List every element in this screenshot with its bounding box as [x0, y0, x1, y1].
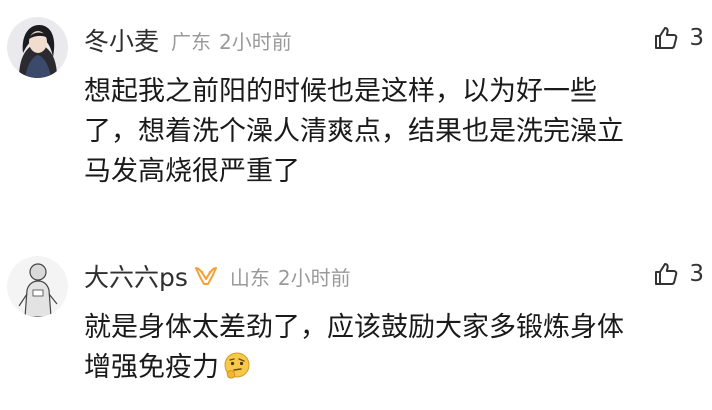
comment-item: 冬小麦 广东 2小时前 3 想起我之前阳的时候也是这样，以为好一些 了，想着洗个澡… — [0, 0, 712, 210]
location: 山东 — [229, 265, 270, 290]
avatar-sketch-figure-icon — [7, 256, 68, 317]
like-button[interactable]: 3 — [653, 256, 704, 292]
username[interactable]: 大六六ps — [84, 258, 188, 294]
thinking-face-emoji-icon — [224, 352, 250, 379]
comment-header: 大六六ps 山东 2小时前 — [84, 258, 351, 294]
comment-item: 大六六ps 山东 2小时前 3 就是身体太差劲了，应该鼓励大家多锻炼身体 增强免疫… — [0, 236, 712, 410]
avatar-girl-dark-hair-icon — [7, 17, 68, 78]
comment-line-with-emoji: 增强免疫力 — [84, 348, 684, 388]
thumbs-up-icon — [655, 263, 678, 285]
comment-text: 想起我之前阳的时候也是这样，以为好一些 了，想着洗个澡人清爽点，结果也是洗完澡立… — [84, 72, 684, 192]
timestamp: 2小时前 — [277, 265, 351, 290]
comment-text: 就是身体太差劲了，应该鼓励大家多锻炼身体 增强免疫力 — [84, 308, 684, 388]
user-avatar[interactable] — [7, 256, 68, 317]
username[interactable]: 冬小麦 — [84, 22, 159, 58]
like-count: 3 — [689, 25, 704, 51]
comment-meta: 广东 2小时前 — [171, 26, 292, 55]
timestamp: 2小时前 — [219, 29, 292, 54]
comment-line: 就是身体太差劲了，应该鼓励大家多锻炼身体 — [84, 312, 624, 343]
comment-line: 增强免疫力 — [84, 352, 219, 383]
comment-meta: 山东 2小时前 — [230, 262, 351, 291]
vip-badge-icon — [194, 267, 217, 285]
location: 广东 — [171, 29, 212, 54]
like-count: 3 — [689, 261, 704, 287]
user-avatar[interactable] — [7, 17, 68, 78]
comment-line: 马发高烧很严重了 — [84, 156, 300, 187]
like-button[interactable]: 3 — [653, 20, 704, 56]
comment-line: 想起我之前阳的时候也是这样，以为好一些 — [84, 76, 597, 107]
thumbs-up-icon — [655, 27, 678, 49]
comment-header: 冬小麦 广东 2小时前 — [84, 22, 292, 58]
comment-line: 了，想着洗个澡人清爽点，结果也是洗完澡立 — [84, 116, 624, 147]
